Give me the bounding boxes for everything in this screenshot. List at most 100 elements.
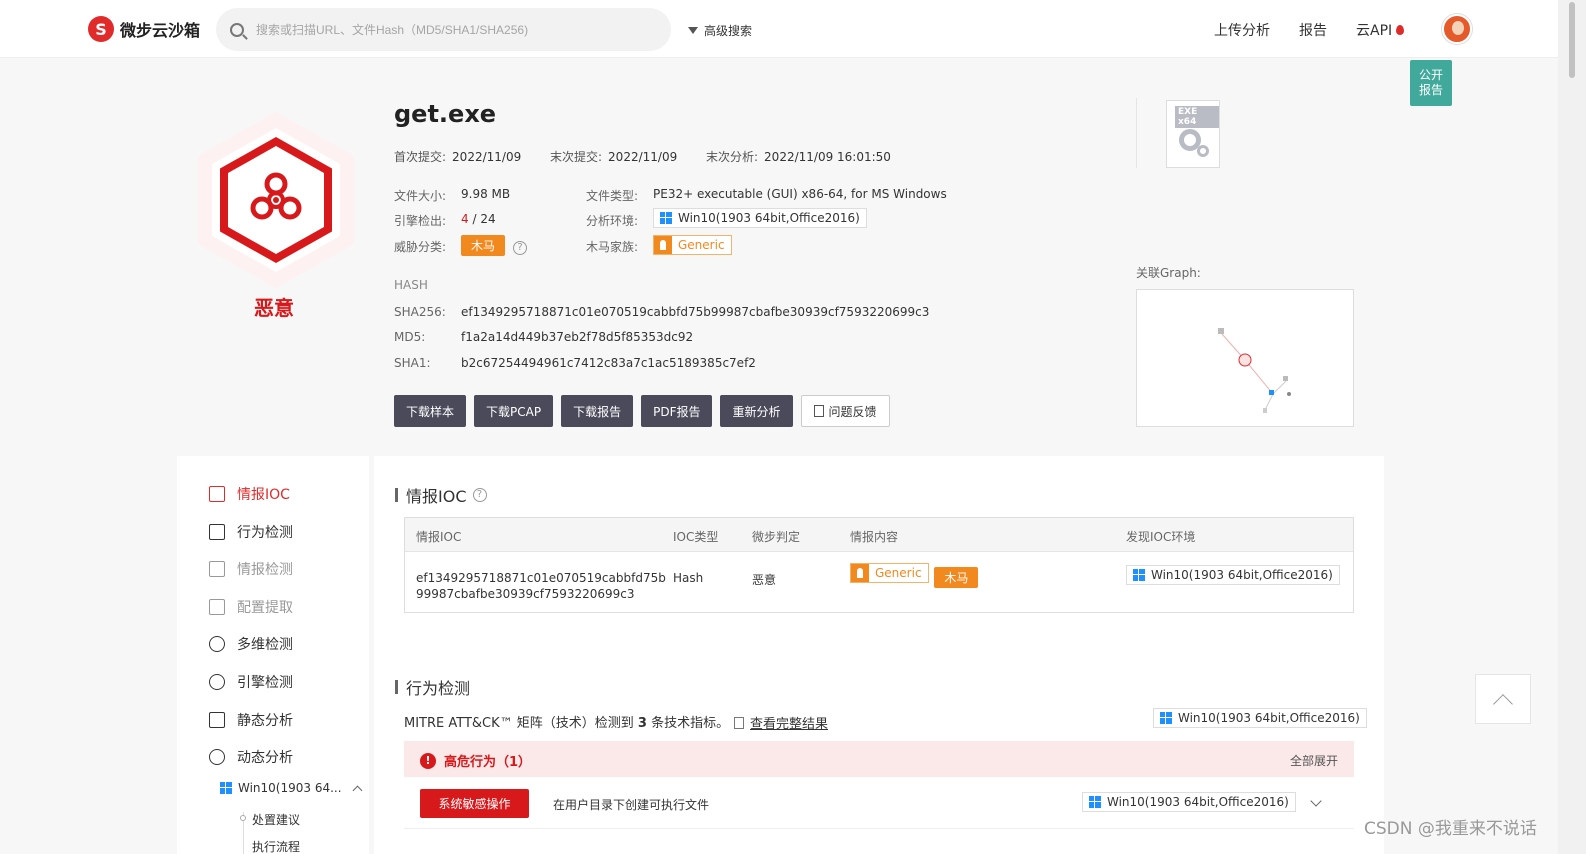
sidebar-label: 静态分析 xyxy=(237,713,293,729)
sidebar-label: 引擎检测 xyxy=(237,675,293,691)
graph-node-malicious[interactable] xyxy=(1238,353,1252,367)
grid-icon xyxy=(209,561,225,577)
logo-mark-icon: S xyxy=(88,16,114,42)
pdf-report-button[interactable]: PDF报告 xyxy=(641,395,713,427)
first-submit: 首次提交: 2022/11/09 xyxy=(394,148,521,165)
behavior-description: 在用户目录下创建可执行文件 xyxy=(553,798,710,812)
download-sample-button[interactable]: 下载样本 xyxy=(394,395,467,427)
env-tag[interactable]: Win10(1903 64bit,Office2016) xyxy=(653,208,867,228)
magnifier-icon xyxy=(209,636,225,652)
nav-reports[interactable]: 报告 xyxy=(1299,20,1327,40)
tools-icon xyxy=(209,599,225,615)
sidebar-item-intel-detect[interactable]: 情报检测 xyxy=(209,559,293,579)
ioc-type: Hash xyxy=(673,571,704,585)
advanced-search-label: 高级搜索 xyxy=(704,24,753,38)
feedback-button[interactable]: 问题反馈 xyxy=(800,395,890,427)
nav-cloud-api[interactable]: 云API xyxy=(1356,20,1405,40)
section-bar xyxy=(395,680,398,694)
graph-node[interactable] xyxy=(1283,376,1288,381)
filter-icon xyxy=(688,27,698,34)
high-risk-header[interactable]: ! 高危行为（1） 全部展开 xyxy=(404,741,1354,777)
graph-node[interactable] xyxy=(1218,328,1224,334)
sidebar-item-intel-ioc[interactable]: 情报IOC xyxy=(209,484,290,504)
sidebar-sub-flow[interactable]: 执行流程 xyxy=(252,839,300,854)
search-input[interactable] xyxy=(256,22,656,37)
public-report-button[interactable]: 公开 报告 xyxy=(1410,60,1452,106)
sensitive-op-tag[interactable]: 系统敏感操作 xyxy=(420,789,529,818)
env-tag[interactable]: Win10(1903 64bit,Office2016) xyxy=(1153,708,1367,728)
graph-node[interactable] xyxy=(1287,392,1291,396)
sidebar-item-multi-detect[interactable]: 多维检测 xyxy=(209,634,293,654)
ioc-env-cell: Win10(1903 64bit,Office2016) xyxy=(1126,565,1340,585)
col-ioc-type: IOC类型 xyxy=(673,530,719,544)
expand-all-button[interactable]: 全部展开 xyxy=(1290,752,1338,769)
sidebar-item-behavior[interactable]: 行为检测 xyxy=(209,522,293,542)
divider xyxy=(1136,98,1137,168)
category-tag[interactable]: 木马 xyxy=(934,567,979,588)
md5-value[interactable]: f1a2a14d449b37eb2f78d5f85353dc92 xyxy=(461,330,693,344)
download-report-button[interactable]: 下载报告 xyxy=(561,395,634,427)
file-size-label: 文件大小: xyxy=(394,189,447,203)
sidebar-label: 情报IOC xyxy=(237,487,290,503)
ioc-value-line1[interactable]: ef1349295718871c01e070519cabbfd75b xyxy=(416,571,666,585)
logo[interactable]: S 微步云沙箱 xyxy=(88,16,200,42)
sidebar-item-static[interactable]: 静态分析 xyxy=(209,710,293,730)
file-type-value: PE32+ executable (GUI) x86-64, for MS Wi… xyxy=(653,187,947,201)
page-scrollbar[interactable] xyxy=(1558,0,1586,854)
help-icon[interactable]: ? xyxy=(513,241,528,255)
monitor-icon xyxy=(209,524,225,540)
ioc-title-label: 情报IOC xyxy=(406,487,467,506)
trojan-family-value: Generic xyxy=(653,235,732,257)
last-submit-value: 2022/11/09 xyxy=(608,150,678,164)
sidebar-item-engine[interactable]: 引擎检测 xyxy=(209,672,293,692)
sidebar-item-dynamic[interactable]: 动态分析 xyxy=(209,747,293,767)
high-risk-title: ! 高危行为（1） xyxy=(420,751,531,770)
search-bar[interactable] xyxy=(216,8,671,51)
reanalyze-button[interactable]: 重新分析 xyxy=(720,395,793,427)
sha256-row: SHA256: ef1349295718871c01e070519cabbfd7… xyxy=(394,305,929,319)
advanced-search-button[interactable]: 高级搜索 xyxy=(688,22,752,39)
first-submit-label: 首次提交: xyxy=(394,150,447,164)
family-tag[interactable]: Generic xyxy=(850,563,929,583)
sidebar-label: 动态分析 xyxy=(237,750,293,766)
engine-detection-value: 4 / 24 xyxy=(461,212,496,226)
nav-cloud-api-label: 云API xyxy=(1356,23,1393,39)
trojan-family-label: 木马家族: xyxy=(586,240,639,254)
nav-upload-analysis[interactable]: 上传分析 xyxy=(1214,20,1270,40)
download-pcap-button[interactable]: 下载PCAP xyxy=(474,395,554,427)
graph-node[interactable] xyxy=(1269,390,1274,395)
ioc-section-title: 情报IOC? xyxy=(395,483,487,507)
sidebar-item-config[interactable]: 配置提取 xyxy=(209,597,293,617)
graph-edge xyxy=(1272,379,1288,395)
sha256-value[interactable]: ef1349295718871c01e070519cabbfd75b99987c… xyxy=(461,305,929,319)
first-submit-value: 2022/11/09 xyxy=(452,150,522,164)
document-icon xyxy=(734,716,744,729)
logo-text: 微步云沙箱 xyxy=(120,21,201,40)
analysis-env-label: 分析环境: xyxy=(586,214,639,228)
ioc-value-line2[interactable]: 99987cbafbe30939cf7593220699c3 xyxy=(416,587,635,601)
help-icon[interactable]: ? xyxy=(472,488,487,502)
behavior-section-title: 行为检测 xyxy=(395,675,470,699)
behavior-title-label: 行为检测 xyxy=(406,679,471,698)
view-full-results-link[interactable]: 查看完整结果 xyxy=(734,713,828,732)
env-tag[interactable]: Win10(1903 64bit,Office2016) xyxy=(1082,792,1296,812)
scrollbar-thumb[interactable] xyxy=(1569,2,1575,78)
mitre-count: 3 xyxy=(637,716,647,731)
engine-total: / 24 xyxy=(468,212,496,226)
relation-graph[interactable] xyxy=(1136,289,1354,427)
sha256-label: SHA256: xyxy=(394,305,446,319)
env-tag[interactable]: Win10(1903 64bit,Office2016) xyxy=(1126,565,1340,585)
back-to-top-button[interactable] xyxy=(1475,674,1531,724)
graph-node[interactable] xyxy=(1263,408,1267,413)
behavior-env: Win10(1903 64bit,Office2016) xyxy=(1153,708,1367,728)
sha1-label: SHA1: xyxy=(394,356,431,370)
graph-label: 关联Graph: xyxy=(1136,266,1201,280)
sidebar-sub-advice[interactable]: 处置建议 xyxy=(252,811,300,828)
avatar[interactable] xyxy=(1442,14,1472,44)
graph-edge xyxy=(1244,359,1274,395)
trojan-icon xyxy=(851,564,869,582)
sub-tree-dot xyxy=(240,815,246,821)
sidebar-env-group[interactable]: Win10(1903 64... xyxy=(220,781,363,795)
family-tag[interactable]: Generic xyxy=(653,235,732,255)
sha1-value[interactable]: b2c67254494961c7412c83a7c1ac5189385c7ef2 xyxy=(461,356,756,370)
